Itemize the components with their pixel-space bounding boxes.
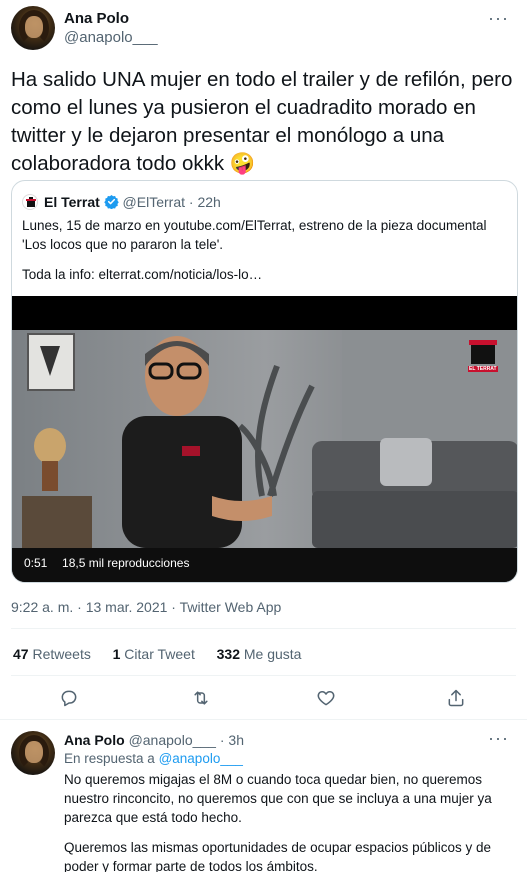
reply-avatar[interactable] bbox=[11, 731, 55, 775]
quote-time: · 22h bbox=[188, 194, 221, 210]
video-overlay: 0:51 18,5 mil reproducciones bbox=[24, 556, 189, 570]
video-player[interactable]: EL TERRAT 0:51 18,5 mil reproducciones bbox=[12, 296, 517, 582]
video-logo: EL TERRAT bbox=[468, 366, 498, 372]
quote-author-name: El Terrat bbox=[44, 194, 100, 210]
in-reply-to-handle[interactable]: @anapolo___ bbox=[159, 751, 243, 766]
more-icon[interactable]: ··· bbox=[488, 8, 509, 29]
quote-author-handle: @ElTerrat bbox=[122, 194, 185, 210]
in-reply-to-label: En respuesta a bbox=[64, 751, 155, 766]
quote-link-text: Toda la info: elterrat.com/noticia/los-l… bbox=[22, 267, 263, 282]
video-views: 18,5 mil reproducciones bbox=[62, 556, 190, 570]
video-thumbnail bbox=[12, 296, 517, 582]
divider bbox=[11, 675, 516, 676]
reply-text-paragraph-2: Queremos las mismas oportunidades de ocu… bbox=[64, 840, 491, 872]
video-duration: 0:51 bbox=[24, 556, 48, 570]
reply-time[interactable]: · 3h bbox=[220, 732, 244, 748]
quote-text: Lunes, 15 de marzo en youtube.com/ElTerr… bbox=[22, 218, 487, 252]
author-avatar[interactable] bbox=[11, 6, 55, 50]
reply-icon[interactable] bbox=[54, 683, 84, 713]
quotes-stat[interactable]: 1 Citar Tweet bbox=[113, 646, 195, 662]
retweets-stat[interactable]: 47 Retweets bbox=[13, 646, 91, 662]
tweet-timestamp[interactable]: 9:22 a. m. · 13 mar. 2021 · Twitter Web … bbox=[11, 599, 281, 615]
quoted-tweet-card[interactable]: El Terrat @ElTerrat · 22h Lunes, 15 de m… bbox=[11, 180, 518, 583]
tweet-stats: 47 Retweets 1 Citar Tweet 332 Me gusta bbox=[13, 646, 301, 662]
verified-icon bbox=[103, 194, 119, 209]
reply-author-handle[interactable]: @anapolo___ bbox=[129, 732, 216, 748]
share-icon[interactable] bbox=[441, 683, 471, 713]
reply-author-name[interactable]: Ana Polo bbox=[64, 732, 125, 748]
divider bbox=[11, 628, 516, 629]
like-icon[interactable] bbox=[311, 683, 341, 713]
more-icon[interactable]: ··· bbox=[488, 728, 509, 749]
reply-text-paragraph-1: No queremos migajas el 8M o cuando toca … bbox=[64, 772, 492, 825]
retweet-icon[interactable] bbox=[186, 683, 216, 713]
tweet-text: Ha salido UNA mujer en todo el trailer y… bbox=[11, 68, 513, 175]
divider bbox=[0, 719, 527, 720]
author-name[interactable]: Ana Polo bbox=[64, 10, 129, 27]
quote-avatar bbox=[22, 194, 38, 210]
likes-stat[interactable]: 332 Me gusta bbox=[217, 646, 302, 662]
author-handle[interactable]: @anapolo___ bbox=[64, 29, 158, 46]
